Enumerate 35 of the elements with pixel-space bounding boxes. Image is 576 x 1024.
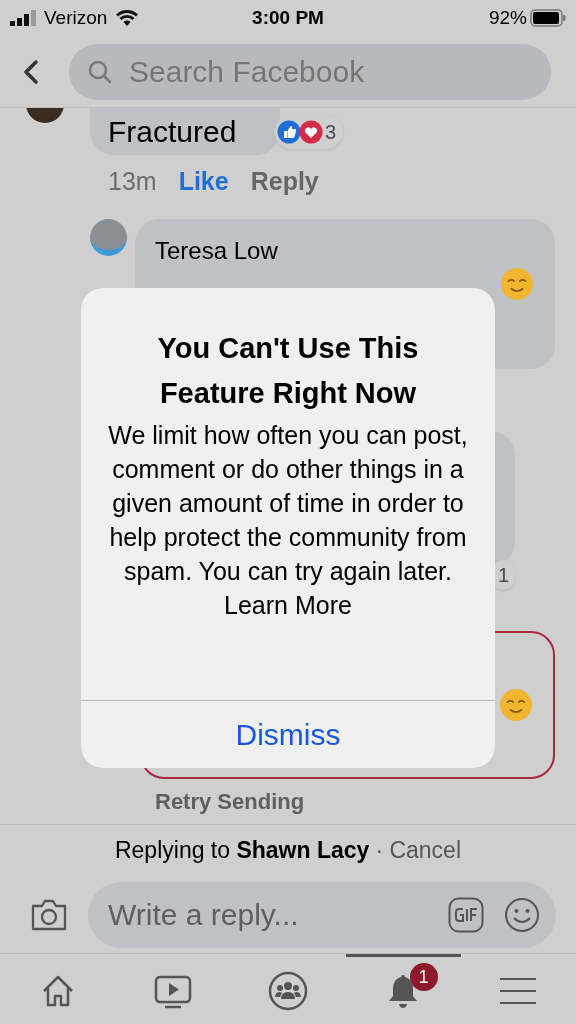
reply-input[interactable]: Write a reply... — [108, 892, 448, 937]
carrier-name: Verizon — [44, 5, 108, 30]
search-bar[interactable]: Search Facebook — [69, 43, 551, 100]
smiling-emoji-icon — [499, 687, 533, 722]
comment-time: 13m — [108, 166, 157, 197]
comment-author: Teresa Low — [155, 235, 279, 266]
avatar — [90, 218, 127, 256]
search-input[interactable]: Search Facebook — [129, 49, 551, 94]
dismiss-button[interactable]: Dismiss — [81, 700, 495, 768]
wifi-icon — [115, 9, 140, 27]
replying-to-text: Replying to Shawn Lacy — [114, 836, 370, 866]
gif-icon[interactable] — [448, 896, 484, 933]
alert-message: We limit how often you can post, comment or do other things in a given amount of time in order to help protect the community from spam. You can try again later. — [107, 420, 469, 587]
battery-icon — [530, 9, 566, 27]
reaction-count: 3 — [325, 119, 338, 145]
reply-link[interactable]: Reply — [250, 163, 319, 201]
alert-title: You Can't Use This Feature Right Now — [156, 331, 420, 411]
smiling-emoji-icon — [500, 266, 534, 301]
thumbs-up-icon — [277, 119, 301, 144]
clock-time: 3:00 PM — [252, 5, 324, 30]
notification-badge: 1 — [409, 963, 438, 991]
like-link[interactable]: Like — [178, 163, 229, 201]
comment-text: Fractured — [108, 116, 237, 147]
smiley-icon[interactable] — [504, 896, 540, 933]
reply-bar[interactable]: Write a reply... — [88, 881, 556, 948]
reaction-count: 1 — [497, 563, 509, 586]
signal-icon — [10, 10, 36, 26]
battery-percent: 92% — [488, 5, 527, 30]
search-icon — [87, 58, 113, 85]
retry-sending-link[interactable]: Retry Sending — [155, 784, 305, 818]
cancel-link[interactable]: · Cancel — [375, 833, 462, 868]
camera-icon[interactable] — [30, 897, 68, 932]
learn-more-link[interactable]: Learn More — [224, 588, 352, 622]
tab-bar-item[interactable]: 1 — [345, 954, 461, 1024]
groups-icon — [268, 970, 308, 1011]
